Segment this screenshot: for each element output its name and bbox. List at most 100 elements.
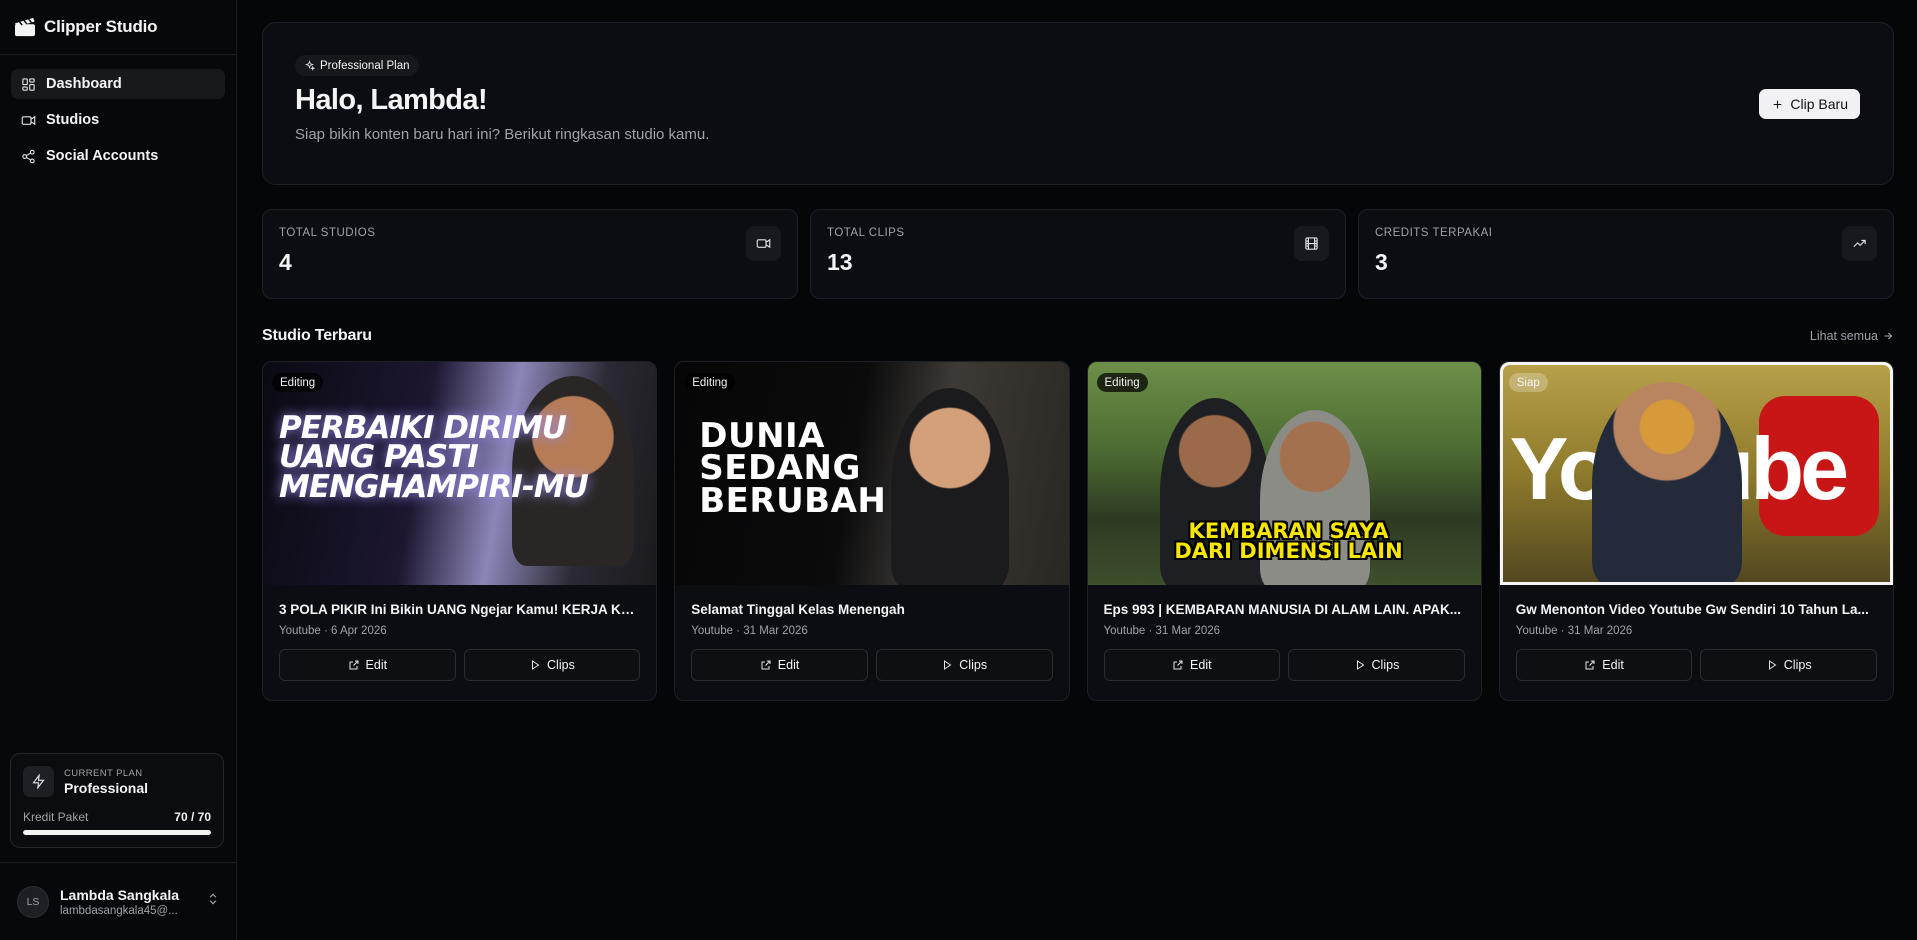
credit-label: Kredit Paket: [23, 810, 89, 824]
brand[interactable]: Clipper Studio: [0, 0, 236, 55]
clips-label: Clips: [1783, 658, 1812, 672]
clips-label: Clips: [959, 658, 988, 672]
share-icon: [22, 149, 35, 163]
studio-thumbnail[interactable]: YouTube Siap: [1499, 362, 1893, 585]
edit-button[interactable]: Edit: [1515, 649, 1693, 681]
card-actions: Edit Clips: [1103, 649, 1465, 681]
edit-label: Edit: [1602, 658, 1624, 672]
play-icon: [944, 660, 952, 670]
video-icon: [746, 226, 781, 261]
clips-label: Clips: [1371, 658, 1400, 672]
plan-name: Professional: [64, 779, 149, 796]
edit-button[interactable]: Edit: [1103, 649, 1281, 681]
sidebar-nav: Dashboard Studios Social Accounts: [0, 55, 236, 185]
clips-button[interactable]: Clips: [463, 649, 641, 681]
zap-icon: [23, 766, 54, 797]
new-clip-button[interactable]: Clip Baru: [1759, 89, 1860, 119]
sidebar-item-label: Dashboard: [46, 76, 122, 92]
thumbnail-caption: PERBAIKI DIRIMU UANG PASTI MENGHAMPIRI-M…: [279, 410, 589, 505]
user-info: Lambda Sangkala lambdasangkala45@...: [60, 887, 195, 917]
stat-card-credits-used: CREDITS TERPAKAI 3: [1358, 209, 1894, 299]
external-link-icon: [349, 660, 359, 670]
credit-progress-fill: [23, 830, 211, 835]
credit-value: 70 / 70: [174, 810, 211, 824]
clips-button[interactable]: Clips: [1288, 649, 1465, 681]
external-link-icon: [761, 660, 771, 670]
page-subtitle: Siap bikin konten baru hari ini? Berikut…: [295, 126, 710, 143]
plan-card: CURRENT PLAN Professional Kredit Paket 7…: [10, 753, 224, 848]
status-badge: Siap: [1508, 373, 1548, 392]
play-icon: [1356, 660, 1364, 670]
stat-value: 4: [279, 249, 292, 275]
stat-card-total-studios: TOTAL STUDIOS 4: [262, 209, 798, 299]
clips-button[interactable]: Clips: [1700, 649, 1877, 681]
edit-label: Edit: [365, 658, 388, 672]
clips-button[interactable]: Clips: [875, 649, 1053, 681]
edit-button[interactable]: Edit: [691, 649, 868, 681]
avatar: LS: [17, 885, 49, 918]
external-link-icon: [1585, 660, 1595, 670]
studio-card[interactable]: DUNIA SEDANG BERUBAH Editing Selamat Tin…: [674, 361, 1070, 701]
edit-button[interactable]: Edit: [279, 649, 456, 681]
studio-card[interactable]: KEMBARAN SAYA DARI DIMENSI LAIN Editing …: [1086, 361, 1482, 701]
sidebar-item-label: Social Accounts: [46, 148, 159, 164]
sidebar: Clipper Studio Dashboard Studios Social …: [0, 0, 237, 940]
card-meta: Youtube · 31 Mar 2026: [1103, 625, 1221, 637]
sidebar-item-studios[interactable]: Studios: [11, 105, 225, 135]
card-body: Eps 993 | KEMBARAN MANUSIA DI ALAM LAIN.…: [1088, 585, 1481, 681]
status-badge: Editing: [272, 373, 324, 392]
studio-thumbnail[interactable]: PERBAIKI DIRIMU UANG PASTI MENGHAMPIRI-M…: [263, 362, 657, 585]
plan-badge: Professional Plan: [295, 55, 419, 76]
card-body: Gw Menonton Video Youtube Gw Sendiri 10 …: [1500, 585, 1893, 681]
card-title: Gw Menonton Video Youtube Gw Sendiri 10 …: [1515, 602, 1869, 617]
user-name: Lambda Sangkala: [60, 886, 180, 903]
studio-thumbnail[interactable]: DUNIA SEDANG BERUBAH Editing: [675, 362, 1069, 585]
card-actions: Edit Clips: [1515, 649, 1877, 681]
edit-label: Edit: [1190, 658, 1212, 672]
stats-row: TOTAL STUDIOS 4 TOTAL CLIPS 13 CREDITS T…: [262, 209, 1894, 299]
stat-value: 3: [1375, 249, 1388, 275]
status-badge: Editing: [684, 373, 736, 392]
play-icon: [532, 660, 540, 670]
section-title: Studio Terbaru: [262, 327, 372, 344]
thumbnail-frame: [1499, 362, 1893, 585]
plan-badge-label: Professional Plan: [320, 59, 410, 72]
main-content: Professional Plan Halo, Lambda! Siap bik…: [237, 0, 1917, 940]
stat-label: TOTAL CLIPS: [827, 227, 905, 239]
trending-up-icon: [1842, 226, 1877, 261]
plus-icon: [1774, 100, 1782, 108]
video-icon: [21, 115, 36, 125]
stat-label: TOTAL STUDIOS: [279, 227, 376, 239]
thumbnail-person: [890, 388, 1009, 585]
clips-label: Clips: [547, 658, 575, 672]
arrow-right-icon: [1884, 332, 1893, 340]
play-icon: [1768, 660, 1777, 670]
card-meta: Youtube · 31 Mar 2026: [691, 625, 808, 637]
new-clip-label: Clip Baru: [1790, 96, 1848, 112]
plan-label: CURRENT PLAN: [64, 767, 143, 779]
external-link-icon: [1173, 660, 1183, 670]
studio-card[interactable]: PERBAIKI DIRIMU UANG PASTI MENGHAMPIRI-M…: [262, 361, 658, 701]
user-email: lambdasangkala45@...: [60, 904, 178, 917]
edit-label: Edit: [777, 658, 800, 672]
sidebar-item-dashboard[interactable]: Dashboard: [11, 69, 225, 99]
status-badge: Editing: [1096, 373, 1148, 392]
app-name: Clipper Studio: [44, 17, 158, 36]
film-icon: [1294, 226, 1329, 261]
card-meta: Youtube · 31 Mar 2026: [1515, 625, 1633, 637]
chevrons-up-down-icon[interactable]: [206, 892, 220, 911]
sidebar-item-social-accounts[interactable]: Social Accounts: [11, 141, 225, 171]
studio-card[interactable]: YouTube Siap Gw Menonton Video Youtube G…: [1498, 361, 1894, 701]
credit-row: Kredit Paket 70 / 70: [23, 810, 211, 824]
studio-thumbnail[interactable]: KEMBARAN SAYA DARI DIMENSI LAIN Editing: [1087, 362, 1481, 585]
card-actions: Edit Clips: [279, 649, 641, 681]
card-meta: Youtube · 6 Apr 2026: [279, 625, 387, 637]
stat-label: CREDITS TERPAKAI: [1375, 227, 1493, 239]
studio-cards: PERBAIKI DIRIMU UANG PASTI MENGHAMPIRI-M…: [262, 361, 1894, 701]
user-menu[interactable]: LS Lambda Sangkala lambdasangkala45@...: [0, 862, 236, 940]
page-title: Halo, Lambda!: [295, 84, 488, 116]
stat-value: 13: [827, 249, 853, 275]
sidebar-item-label: Studios: [46, 112, 100, 128]
see-all-link[interactable]: Lihat semua: [1810, 329, 1894, 343]
